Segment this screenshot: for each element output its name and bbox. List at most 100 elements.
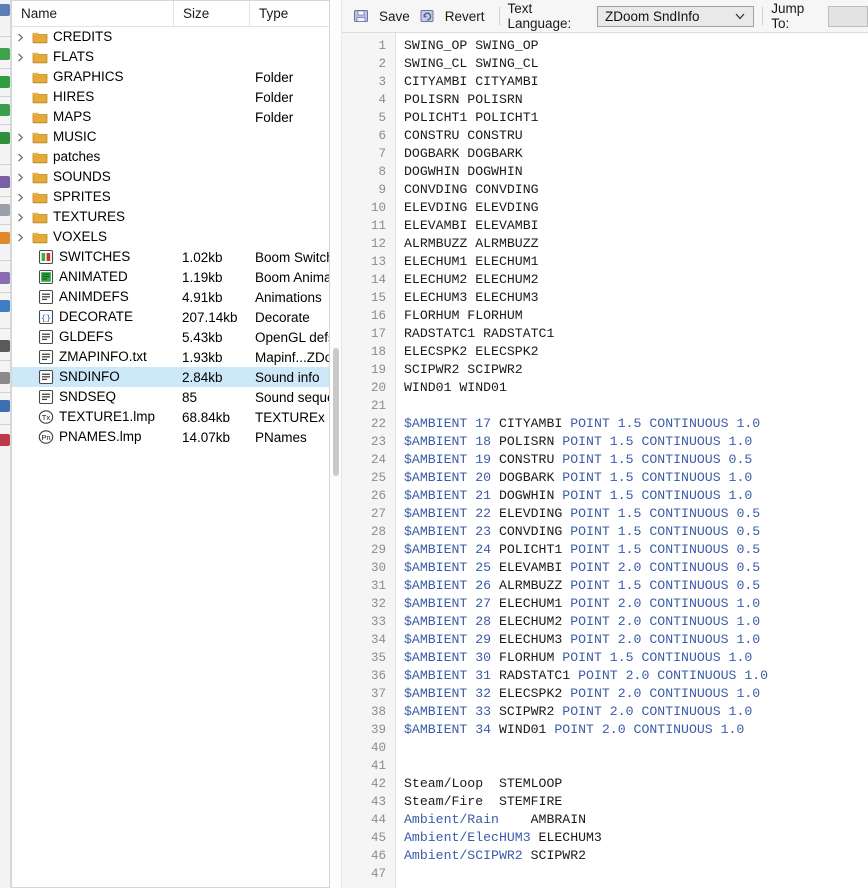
code-line[interactable]: $AMBIENT 27 ELECHUM1 POINT 2.0 CONTINUOU… [404, 595, 868, 613]
blue-bar-icon[interactable] [0, 400, 10, 412]
code-line[interactable]: ALRMBUZZ ALRMBUZZ [404, 235, 868, 253]
code-line[interactable]: $AMBIENT 19 CONSTRU POINT 1.5 CONTINUOUS… [404, 451, 868, 469]
code-line[interactable]: $AMBIENT 18 POLISRN POINT 1.5 CONTINUOUS… [404, 433, 868, 451]
code-line[interactable]: ELECSPK2 ELECSPK2 [404, 343, 868, 361]
export-icon[interactable] [0, 204, 10, 216]
save-archive-icon[interactable] [0, 4, 10, 16]
tree-row[interactable]: Pn PNAMES.lmp 14.07kb PNames [12, 427, 329, 447]
tree-row[interactable]: MAPS Folder [12, 107, 329, 127]
code-line[interactable]: $AMBIENT 23 CONVDING POINT 1.5 CONTINUOU… [404, 523, 868, 541]
code-line[interactable]: $AMBIENT 26 ALRMBUZZ POINT 1.5 CONTINUOU… [404, 577, 868, 595]
orange-tool-icon[interactable] [0, 232, 10, 244]
code-line[interactable]: RADSTATC1 RADSTATC1 [404, 325, 868, 343]
chevron-right-icon[interactable] [12, 193, 28, 202]
small-dot-icon[interactable] [0, 340, 10, 352]
code-line[interactable]: SWING_CL SWING_CL [404, 55, 868, 73]
code-line[interactable]: $AMBIENT 17 CITYAMBI POINT 1.5 CONTINUOU… [404, 415, 868, 433]
jump-to-input[interactable] [828, 5, 868, 27]
import-icon[interactable] [0, 176, 10, 188]
code-line[interactable]: $AMBIENT 34 WIND01 POINT 2.0 CONTINUOUS … [404, 721, 868, 739]
tree-row[interactable]: SNDINFO 2.84kb Sound info [12, 367, 329, 387]
code-line[interactable]: ELEVAMBI ELEVAMBI [404, 217, 868, 235]
triangle-icon[interactable] [0, 372, 10, 384]
code-line[interactable]: SCIPWR2 SCIPWR2 [404, 361, 868, 379]
code-area[interactable]: 1 2 3 4 5 6 7 8 9 10 11 12 13 14 15 16 17 18 19 20 21 22 23 24 2… [342, 33, 868, 888]
lump-tree-panel[interactable]: Name Size Type CREDITS FLATS GRAPHICS Folde… [11, 0, 330, 888]
code-line[interactable]: WIND01 WIND01 [404, 379, 868, 397]
code-line[interactable]: Ambient/ElecHUM3 ELECHUM3 [404, 829, 868, 847]
code-line[interactable]: ELECHUM3 ELECHUM3 [404, 289, 868, 307]
vertical-tool-strip[interactable] [0, 0, 11, 888]
tree-row[interactable]: {} DECORATE 207.14kb Decorate [12, 307, 329, 327]
code-line[interactable]: SWING_OP SWING_OP [404, 37, 868, 55]
text-language-select[interactable]: ZDoom SndInfo [596, 5, 755, 27]
chevron-right-icon[interactable] [12, 153, 28, 162]
code-line[interactable]: ELECHUM2 ELECHUM2 [404, 271, 868, 289]
code-line[interactable]: $AMBIENT 24 POLICHT1 POINT 1.5 CONTINUOU… [404, 541, 868, 559]
code-line[interactable]: CONSTRU CONSTRU [404, 127, 868, 145]
code-line[interactable] [404, 865, 868, 883]
chevron-right-icon[interactable] [12, 213, 28, 222]
code-line[interactable]: Ambient/SCIPWR2 SCIPWR2 [404, 847, 868, 865]
tree-row[interactable]: VOXELS [12, 227, 329, 247]
code-line[interactable]: DOGBARK DOGBARK [404, 145, 868, 163]
tree-vertical-scrollbar[interactable] [330, 0, 342, 888]
revert-button[interactable]: Revert [416, 5, 491, 27]
tree-row[interactable]: GRAPHICS Folder [12, 67, 329, 87]
code-line[interactable]: POLISRN POLISRN [404, 91, 868, 109]
code-line[interactable]: Steam/Fire STEMFIRE [404, 793, 868, 811]
code-line[interactable]: Steam/Loop STEMLOOP [404, 775, 868, 793]
tree-row[interactable]: SNDSEQ 85 Sound sequence [12, 387, 329, 407]
tree-row[interactable]: MUSIC [12, 127, 329, 147]
code-line[interactable]: CONVDING CONVDING [404, 181, 868, 199]
list-lump-icon[interactable] [0, 104, 10, 116]
code-line[interactable]: FLORHUM FLORHUM [404, 307, 868, 325]
save-button[interactable]: Save [350, 5, 416, 27]
column-header-size[interactable]: Size [174, 1, 250, 26]
code-line[interactable]: CITYAMBI CITYAMBI [404, 73, 868, 91]
chevron-right-icon[interactable] [12, 53, 28, 62]
code-text[interactable]: SWING_OP SWING_OP SWING_CL SWING_CL CITYAM… [396, 33, 868, 888]
code-line[interactable]: $AMBIENT 28 ELECHUM2 POINT 2.0 CONTINUOU… [404, 613, 868, 631]
code-line[interactable]: $AMBIENT 20 DOGBARK POINT 1.5 CONTINUOUS… [404, 469, 868, 487]
tree-row[interactable]: Tx TEXTURE1.lmp 68.84kb TEXTUREx [12, 407, 329, 427]
green-entry-icon[interactable] [0, 132, 10, 144]
code-line[interactable]: Ambient/Rain AMBRAIN [404, 811, 868, 829]
column-header-name[interactable]: Name [12, 1, 174, 26]
tree-row[interactable]: SOUNDS [12, 167, 329, 187]
tree-row[interactable]: FLATS [12, 47, 329, 67]
tree-row[interactable]: SWITCHES 1.02kb Boom Switches [12, 247, 329, 267]
code-line[interactable]: $AMBIENT 30 FLORHUM POINT 1.5 CONTINUOUS… [404, 649, 868, 667]
tree-row[interactable]: TEXTURES [12, 207, 329, 227]
code-line[interactable] [404, 397, 868, 415]
tree-row[interactable]: GLDEFS 5.43kb OpenGL defs [12, 327, 329, 347]
column-header-type[interactable]: Type [250, 1, 329, 26]
code-line[interactable]: $AMBIENT 31 RADSTATC1 POINT 2.0 CONTINUO… [404, 667, 868, 685]
green-lump-icon[interactable] [0, 76, 10, 88]
code-line[interactable]: DOGWHIN DOGWHIN [404, 163, 868, 181]
red-flag-icon[interactable] [0, 434, 10, 446]
tree-row[interactable]: ANIMDEFS 4.91kb Animations [12, 287, 329, 307]
scrollbar-thumb[interactable] [333, 348, 339, 476]
code-line[interactable]: $AMBIENT 33 SCIPWR2 POINT 2.0 CONTINUOUS… [404, 703, 868, 721]
chevron-right-icon[interactable] [12, 133, 28, 142]
chevron-right-icon[interactable] [12, 233, 28, 242]
code-line[interactable]: $AMBIENT 32 ELECSPK2 POINT 2.0 CONTINUOU… [404, 685, 868, 703]
tree-row[interactable]: ZMAPINFO.txt 1.93kb Mapinf...ZDoom) [12, 347, 329, 367]
code-line[interactable] [404, 757, 868, 775]
code-line[interactable]: ELECHUM1 ELECHUM1 [404, 253, 868, 271]
code-line[interactable]: $AMBIENT 29 ELECHUM3 POINT 2.0 CONTINUOU… [404, 631, 868, 649]
chevron-right-icon[interactable] [12, 173, 28, 182]
add-map-icon[interactable] [0, 300, 10, 312]
code-line[interactable]: $AMBIENT 22 ELEVDING POINT 1.5 CONTINUOU… [404, 505, 868, 523]
chevron-right-icon[interactable] [12, 33, 28, 42]
code-line[interactable]: $AMBIENT 25 ELEVAMBI POINT 2.0 CONTINUOU… [404, 559, 868, 577]
purple-gear-icon[interactable] [0, 272, 10, 284]
tree-row[interactable]: ANIMATED 1.19kb Boom Animated [12, 267, 329, 287]
tree-row[interactable]: CREDITS [12, 27, 329, 47]
tree-row[interactable]: patches [12, 147, 329, 167]
code-line[interactable]: $AMBIENT 21 DOGWHIN POINT 1.5 CONTINUOUS… [404, 487, 868, 505]
code-line[interactable]: POLICHT1 POLICHT1 [404, 109, 868, 127]
code-line[interactable]: ELEVDING ELEVDING [404, 199, 868, 217]
code-line[interactable] [404, 739, 868, 757]
